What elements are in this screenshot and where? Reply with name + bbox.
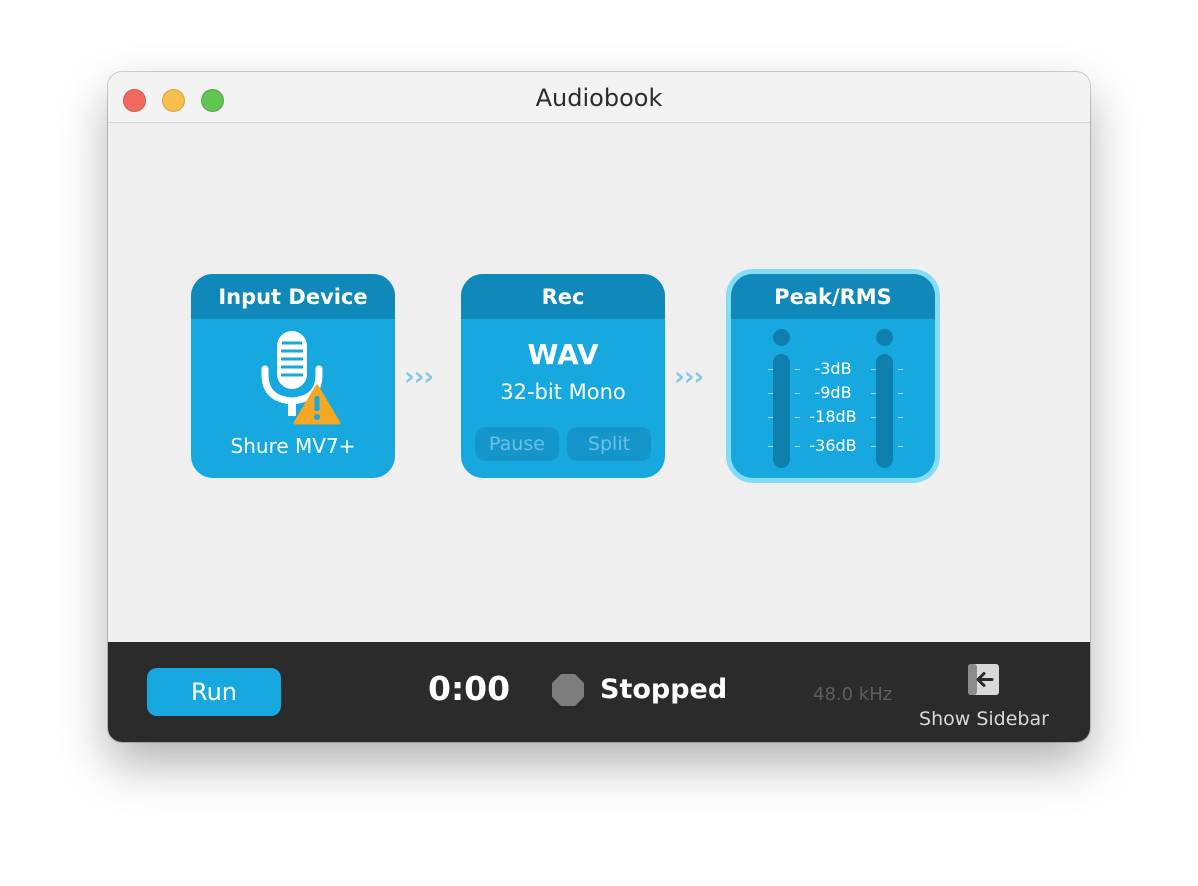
pause-button[interactable]: Pause — [475, 427, 559, 461]
connector-chevrons: ››› — [404, 362, 434, 392]
rec-header: Rec — [461, 274, 665, 319]
meter-tick — [898, 369, 903, 370]
microphone-warning-icon — [257, 329, 341, 425]
meter-tick — [898, 393, 903, 394]
input-device-header: Input Device — [191, 274, 395, 319]
level-label-3db: -3dB — [814, 359, 852, 378]
right-peak-indicator — [876, 329, 893, 346]
audiobook-window: Audiobook Input Device Shure MV7+ ››› Re… — [108, 72, 1090, 742]
left-peak-indicator — [773, 329, 790, 346]
level-label-18db: -18dB — [809, 407, 857, 426]
meter-tick — [768, 369, 773, 370]
rec-node[interactable]: Rec WAV 32-bit Mono Pause Split — [461, 274, 665, 478]
split-button[interactable]: Split — [567, 427, 651, 461]
sample-rate: 48.0 kHz — [813, 684, 893, 705]
bottom-toolbar: Run 0:00 Stopped 48.0 kHz Show Sidebar — [108, 642, 1090, 742]
title-bar: Audiobook — [108, 72, 1090, 123]
meter-tick — [898, 417, 903, 418]
window-title: Audiobook — [535, 84, 663, 112]
connector-chevrons: ››› — [674, 362, 704, 392]
run-status: Stopped — [600, 674, 728, 705]
meter-tick — [898, 446, 903, 447]
rec-format-detail: 32-bit Mono — [500, 380, 626, 404]
input-device-node[interactable]: Input Device Shure MV7+ — [191, 274, 395, 478]
level-label-9db: -9dB — [814, 383, 852, 402]
meter-tick — [768, 417, 773, 418]
show-sidebar-button[interactable]: Show Sidebar — [914, 708, 1054, 730]
rec-format: WAV — [527, 338, 599, 371]
level-label-36db: -36dB — [809, 436, 857, 455]
elapsed-time: 0:00 — [428, 669, 511, 708]
show-sidebar-icon[interactable] — [968, 664, 999, 695]
peak-rms-header: Peak/RMS — [731, 274, 935, 319]
input-device-name: Shure MV7+ — [230, 434, 356, 458]
meter-tick — [768, 446, 773, 447]
left-level-meter — [773, 354, 790, 468]
right-level-meter — [876, 354, 893, 468]
meter-tick — [768, 393, 773, 394]
peak-rms-node[interactable]: Peak/RMS -3dB -9dB -18dB -36dB — [731, 274, 935, 478]
run-button[interactable]: Run — [147, 668, 281, 716]
stopped-status-icon — [551, 673, 585, 707]
